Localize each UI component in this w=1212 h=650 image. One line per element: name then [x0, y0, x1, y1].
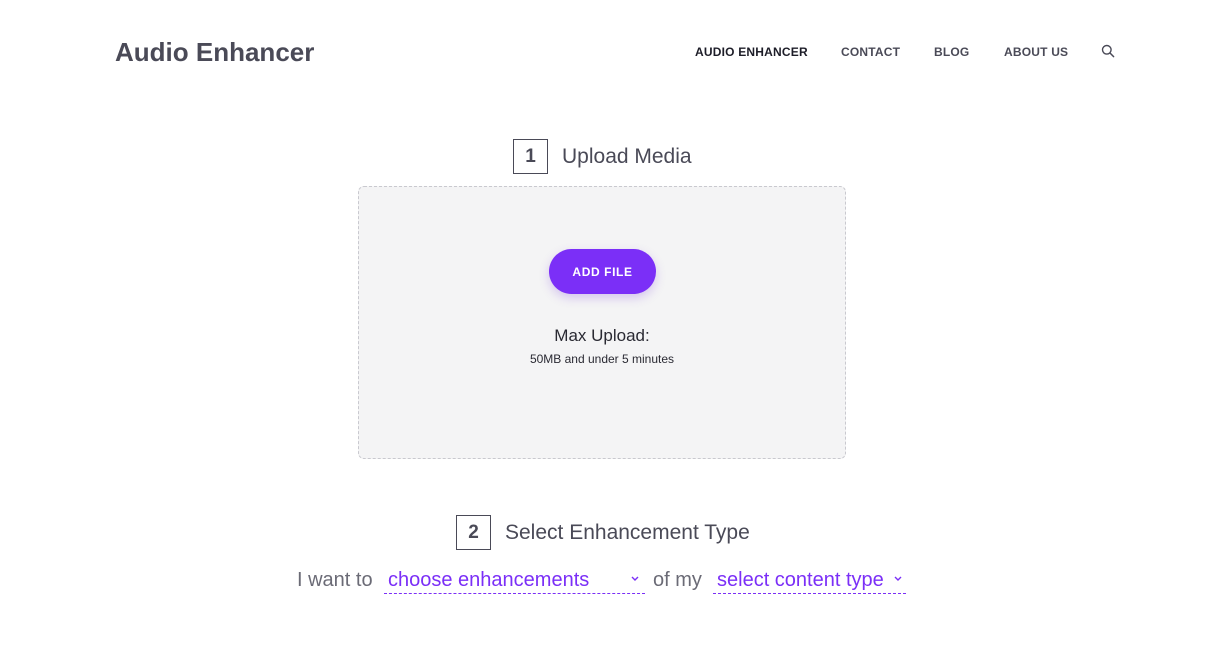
content-type-select[interactable]: select content type: [713, 566, 906, 594]
step-1-title: Upload Media: [562, 144, 692, 168]
upload-dropzone[interactable]: ADD FILE Max Upload: 50MB and under 5 mi…: [358, 186, 846, 459]
add-file-button[interactable]: ADD FILE: [549, 249, 656, 294]
step-number-1: 1: [513, 139, 548, 174]
nav-item-audio-enhancer[interactable]: AUDIO ENHANCER: [695, 45, 808, 59]
site-header: Audio Enhancer AUDIO ENHANCER CONTACT BL…: [0, 0, 1212, 105]
search-button[interactable]: [1101, 44, 1117, 60]
chevron-down-icon: [631, 576, 639, 581]
chevron-down-icon: [894, 576, 902, 581]
enhancement-sentence: I want to choose enhancements of my sele…: [297, 566, 917, 596]
enhancements-select[interactable]: choose enhancements: [384, 566, 645, 594]
search-icon: [1101, 44, 1115, 58]
nav-item-contact[interactable]: CONTACT: [841, 45, 900, 59]
step-1-heading: 1 Upload Media: [513, 139, 692, 174]
nav-item-blog[interactable]: BLOG: [934, 45, 969, 59]
content-type-select-value: select content type: [717, 569, 884, 591]
main-nav: AUDIO ENHANCER CONTACT BLOG ABOUT US: [0, 45, 1212, 61]
step-2-title: Select Enhancement Type: [505, 520, 750, 544]
sentence-middle: of my: [653, 569, 702, 591]
step-number-2: 2: [456, 515, 491, 550]
enhancements-select-value: choose enhancements: [388, 569, 590, 591]
step-2-heading: 2 Select Enhancement Type: [456, 515, 750, 550]
max-upload-label: Max Upload:: [554, 326, 650, 345]
sentence-prefix: I want to: [297, 569, 373, 591]
max-upload-detail: 50MB and under 5 minutes: [529, 352, 675, 366]
nav-item-about-us[interactable]: ABOUT US: [1004, 45, 1068, 59]
